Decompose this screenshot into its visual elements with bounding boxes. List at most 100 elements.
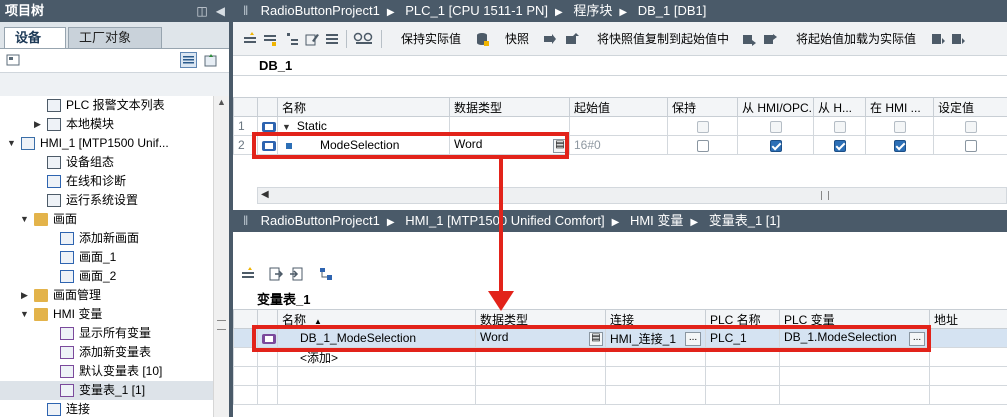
list-icon[interactable]: [325, 32, 339, 46]
tree-item[interactable]: 连接: [0, 400, 213, 417]
tree-item-label: HMI_1 [MTP1500 Unif...: [40, 136, 169, 150]
col-name[interactable]: 名称: [277, 97, 450, 117]
col-data-type[interactable]: 数据类型: [449, 97, 570, 117]
tab-devices[interactable]: 设备: [4, 27, 66, 48]
tag-structure-icon[interactable]: [319, 267, 333, 281]
tree-item[interactable]: 画面_2: [0, 267, 213, 286]
breadcrumb-item[interactable]: HMI_1 [MTP1500 Unified Comfort]: [405, 213, 604, 228]
tree-item[interactable]: ▼ HMI_1 [MTP1500 Unif...: [0, 134, 213, 153]
device-overview-icon[interactable]: [6, 53, 20, 67]
col-retain[interactable]: 保持: [667, 97, 738, 117]
tree-item[interactable]: 运行系统设置: [0, 191, 213, 210]
expand-icon[interactable]: ▶: [33, 115, 42, 134]
collapse-icon[interactable]: ▼: [20, 210, 29, 229]
insert-row-icon[interactable]: [243, 32, 257, 46]
screen-icon: [60, 270, 74, 283]
snapshot-button[interactable]: 快照: [505, 22, 529, 56]
tree-item-label: 画面_2: [79, 269, 117, 283]
project-tree: PLC 报警文本列表 ▶ 本地模块 ▼ HMI_1 [MTP1500 Unif... 设备…: [0, 96, 213, 417]
tree-item[interactable]: 显示所有变量: [0, 324, 213, 343]
monitor-icon[interactable]: [353, 32, 375, 46]
new-object-icon[interactable]: [204, 53, 218, 67]
folder-icon: [34, 213, 48, 226]
breadcrumb-item[interactable]: RadioButtonProject1: [261, 3, 380, 18]
device-config-icon: [47, 156, 61, 169]
col-hmi-write[interactable]: 从 H...: [813, 97, 866, 117]
breadcrumb-item[interactable]: DB_1 [DB1]: [638, 3, 707, 18]
upload-icon[interactable]: [951, 32, 965, 46]
pin-icon[interactable]: ‖: [243, 0, 251, 22]
expand-all-icon[interactable]: [285, 32, 299, 46]
scroll-up-icon[interactable]: ▲: [216, 97, 227, 111]
edit-icon[interactable]: [305, 32, 319, 46]
tree-item-label: 添加新变量表: [79, 345, 152, 359]
collapse-icon[interactable]: ▼: [7, 134, 16, 153]
tree-item[interactable]: 默认变量表 [10]: [0, 362, 213, 381]
tree-item[interactable]: 添加新画面: [0, 229, 213, 248]
col-setpoint[interactable]: 设定值: [933, 97, 1007, 117]
import-icon[interactable]: [289, 267, 303, 281]
snapshot-load-icon[interactable]: [565, 32, 579, 46]
load-start-as-actual-button[interactable]: 将起始值加载为实际值: [796, 22, 916, 56]
row-start-value[interactable]: 16#0: [569, 135, 668, 155]
snapshot-copy-icon[interactable]: [543, 32, 557, 46]
tree-item[interactable]: 在线和诊断: [0, 172, 213, 191]
col-hmi-opc-access[interactable]: 从 HMI/OPC...: [737, 97, 814, 117]
setpoint-checkbox[interactable]: [964, 139, 977, 152]
hmi-visible-checkbox: [893, 120, 906, 133]
collapse-icon[interactable]: ▼: [20, 305, 29, 324]
tree-item-label: 设备组态: [66, 155, 115, 169]
col-hmi-visible[interactable]: 在 HMI ...: [865, 97, 934, 117]
col-address[interactable]: 地址: [929, 309, 1007, 329]
annotation-arrow-line: [499, 157, 503, 295]
tree-item[interactable]: 画面_1: [0, 248, 213, 267]
keep-actual-values-button[interactable]: 保持实际值: [401, 22, 461, 56]
export-icon[interactable]: [269, 267, 283, 281]
retain-checkbox[interactable]: [696, 139, 709, 152]
scroll-thumb[interactable]: [821, 191, 829, 200]
add-row-icon[interactable]: [263, 32, 277, 46]
load-start-icon[interactable]: [742, 32, 756, 46]
breadcrumb-item[interactable]: 程序块: [573, 3, 612, 18]
folder-icon: [34, 308, 48, 321]
list-view-icon[interactable]: [180, 52, 197, 68]
hmi-write-checkbox[interactable]: [833, 139, 846, 152]
tree-item[interactable]: ▶ 本地模块: [0, 115, 213, 134]
highlight-hmi-tag: [252, 325, 931, 352]
tree-item[interactable]: ▶ 画面管理: [0, 286, 213, 305]
tree-item[interactable]: 变量表_1 [1]: [0, 381, 213, 400]
tree-item[interactable]: ▼ 画面: [0, 210, 213, 229]
breadcrumb-item[interactable]: 变量表_1 [1]: [709, 213, 781, 228]
tree-item-label: 在线和诊断: [66, 174, 127, 188]
database-icon[interactable]: [475, 32, 489, 46]
tree-item-label: 运行系统设置: [66, 193, 139, 207]
panel-collapse-icon[interactable]: ◫: [196, 0, 207, 22]
scroll-left-icon[interactable]: ◀: [261, 189, 269, 200]
download-icon[interactable]: [931, 32, 945, 46]
load-actual-icon[interactable]: [763, 32, 777, 46]
tree-item-label: 画面: [53, 212, 78, 226]
hmi-access-checkbox[interactable]: [769, 139, 782, 152]
pin-icon[interactable]: ‖: [243, 210, 251, 232]
tree-item[interactable]: 设备组态: [0, 153, 213, 172]
tag-address[interactable]: [929, 328, 1007, 348]
add-tag-table-icon: [60, 346, 74, 359]
tree-item[interactable]: 添加新变量表: [0, 343, 213, 362]
db-horizontal-scrollbar[interactable]: ◀: [257, 187, 1007, 204]
breadcrumb-item[interactable]: PLC_1 [CPU 1511-1 PN]: [405, 3, 548, 18]
hmi-visible-checkbox[interactable]: [893, 139, 906, 152]
panel-back-icon[interactable]: ◀: [216, 0, 225, 22]
breadcrumb-item[interactable]: HMI 变量: [630, 213, 683, 228]
collapse-icon[interactable]: ▼: [282, 122, 291, 132]
breadcrumb-item[interactable]: RadioButtonProject1: [261, 213, 380, 228]
scroll-grip[interactable]: [217, 320, 226, 330]
copy-snapshot-to-start-button[interactable]: 将快照值复制到起始值中: [597, 22, 729, 56]
tree-scrollbar[interactable]: ▲: [213, 96, 229, 417]
col-start-value[interactable]: 起始值: [569, 97, 668, 117]
add-tag-icon[interactable]: [241, 267, 255, 281]
tab-plant-objects[interactable]: 工厂对象: [68, 27, 162, 48]
expand-icon[interactable]: ▶: [20, 286, 29, 305]
tree-item[interactable]: ▼ HMI 变量: [0, 305, 213, 324]
runtime-settings-icon: [47, 194, 61, 207]
tree-item[interactable]: PLC 报警文本列表: [0, 96, 213, 115]
